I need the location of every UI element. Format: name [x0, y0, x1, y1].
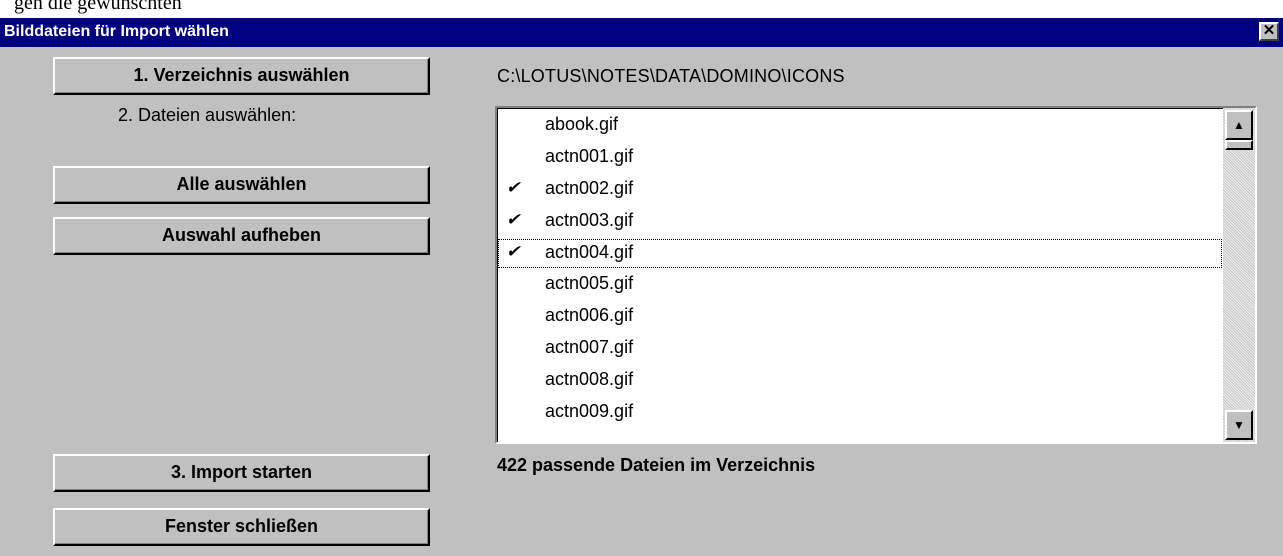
arrow-down-icon: ▼ — [1233, 418, 1245, 432]
file-name: actn008.gif — [545, 369, 634, 390]
checkmark-icon: ✔ — [506, 209, 521, 229]
list-item[interactable]: actn006.gif — [497, 301, 1223, 333]
match-count-status: 422 passende Dateien im Verzeichnis — [497, 455, 816, 475]
background-document-strip: gen die gewünschten — [0, 0, 1283, 18]
scroll-thumb[interactable] — [1225, 140, 1253, 150]
close-icon: ✕ — [1262, 22, 1276, 39]
dialog-title: Bilddateien für Import wählen — [4, 23, 229, 40]
list-item[interactable]: ✔ actn004.gif — [497, 238, 1223, 270]
title-bar: Bilddateien für Import wählen ✕ — [0, 18, 1283, 47]
deselect-button[interactable]: Auswahl aufheben — [53, 217, 430, 255]
list-item[interactable]: actn008.gif — [497, 365, 1223, 397]
list-item[interactable]: ✔ actn003.gif — [497, 206, 1223, 238]
vertical-scrollbar[interactable]: ▲ ▼ — [1223, 108, 1255, 442]
file-name: actn005.gif — [545, 273, 634, 294]
file-list: abook.gif actn001.gif ✔ actn002.gif ✔ actn003… — [497, 110, 1223, 429]
list-item[interactable]: abook.gif — [497, 110, 1223, 142]
select-files-label: 2. Dateien auswählen: — [118, 105, 297, 125]
file-name: actn009.gif — [545, 401, 634, 422]
list-item[interactable]: actn005.gif — [497, 269, 1223, 301]
file-listbox[interactable]: abook.gif actn001.gif ✔ actn002.gif ✔ actn003… — [495, 106, 1257, 444]
file-name: actn001.gif — [545, 145, 634, 166]
list-item[interactable]: actn001.gif — [497, 142, 1223, 174]
select-directory-button[interactable]: 1. Verzeichnis auswählen — [53, 57, 430, 95]
start-import-button[interactable]: 3. Import starten — [53, 454, 430, 492]
file-name: actn007.gif — [545, 337, 634, 358]
directory-path: C:\LOTUS\NOTES\DATA\DOMINO\ICONS — [497, 66, 845, 86]
close-window-button[interactable]: Fenster schließen — [53, 508, 430, 546]
background-caption: gen die gewünschten — [14, 0, 182, 14]
list-item[interactable]: actn007.gif — [497, 333, 1223, 365]
scroll-down-button[interactable]: ▼ — [1225, 410, 1253, 440]
import-dialog: Bilddateien für Import wählen ✕ 1. Verze… — [0, 18, 1283, 556]
checkmark-icon: ✔ — [506, 241, 521, 261]
arrow-up-icon: ▲ — [1233, 118, 1245, 132]
checkmark-icon: ✔ — [506, 177, 521, 197]
file-name: actn006.gif — [545, 305, 634, 326]
close-button[interactable]: ✕ — [1259, 22, 1279, 41]
list-item[interactable]: ✔ actn002.gif — [497, 174, 1223, 206]
file-name: actn002.gif — [545, 177, 634, 198]
file-name: abook.gif — [545, 114, 619, 134]
select-all-button[interactable]: Alle auswählen — [53, 166, 430, 204]
file-name: actn004.gif — [545, 241, 634, 262]
list-item[interactable]: actn009.gif — [497, 397, 1223, 429]
file-name: actn003.gif — [545, 209, 634, 230]
scroll-up-button[interactable]: ▲ — [1225, 110, 1253, 140]
